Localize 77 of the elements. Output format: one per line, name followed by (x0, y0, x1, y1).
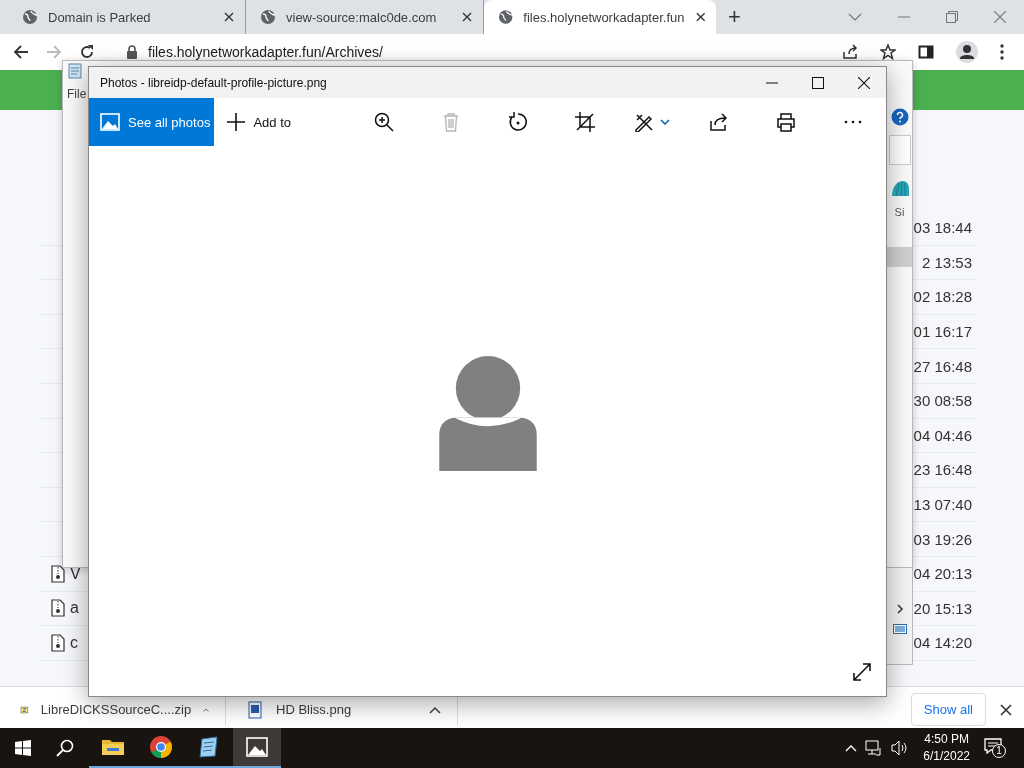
menu-item[interactable]: File (67, 87, 89, 101)
fullscreen-icon[interactable] (852, 662, 872, 682)
file-name[interactable]: c (70, 633, 78, 652)
edit-icon[interactable] (633, 112, 654, 132)
file-name[interactable]: a (70, 599, 79, 618)
print-icon[interactable] (775, 112, 796, 132)
close-icon[interactable] (858, 76, 870, 89)
new-tab-button[interactable]: + (728, 4, 741, 30)
close-icon[interactable] (694, 11, 706, 23)
sidebar-icon[interactable] (918, 44, 934, 60)
window-title: Photos - libreidp-default-profile-picture.png (100, 75, 327, 90)
close-icon[interactable] (461, 11, 473, 23)
file-date: 27 16:48 (913, 357, 973, 375)
help-icon[interactable] (890, 108, 909, 126)
image-icon (892, 624, 907, 634)
notepad-icon (67, 63, 83, 79)
network-icon[interactable] (865, 740, 884, 756)
chevron-right-icon[interactable] (896, 604, 903, 614)
star-icon[interactable] (880, 44, 896, 60)
file-date: 04 04:46 (913, 426, 973, 444)
notification-icon[interactable] (984, 738, 1002, 754)
selected-row (887, 247, 912, 267)
share-icon[interactable] (708, 112, 729, 132)
taskbar-button[interactable] (233, 728, 281, 768)
file-date: 03 18:44 (913, 219, 973, 237)
restore-icon[interactable] (946, 11, 958, 23)
zoom-in-icon[interactable] (373, 112, 394, 132)
close-icon[interactable] (223, 11, 235, 23)
address-bar[interactable]: files.holynetworkadapter.fun/Archives/ (112, 43, 383, 61)
volume-icon[interactable] (891, 740, 910, 756)
file-date: 03 19:26 (913, 530, 973, 548)
zip-file-icon (51, 599, 65, 618)
crop-icon[interactable] (574, 112, 595, 132)
column-header[interactable]: Si (894, 206, 905, 218)
show-all-button[interactable]: Show all (910, 693, 986, 726)
add-to-button[interactable]: Add to (214, 98, 300, 146)
caret-up-icon[interactable] (429, 705, 441, 714)
lock-icon (126, 45, 138, 59)
globe-icon (22, 9, 38, 25)
notification-count: 1 (992, 744, 1006, 758)
zip-file-icon (51, 633, 65, 652)
browser-icon[interactable] (149, 735, 173, 759)
image-file-icon (246, 700, 264, 719)
chevron-down-icon[interactable] (848, 13, 862, 21)
caret-down-icon[interactable] (659, 119, 670, 125)
plus-icon (227, 113, 246, 131)
globe-icon (260, 9, 276, 25)
share-icon[interactable] (842, 44, 858, 60)
search-icon[interactable] (56, 739, 74, 757)
reload-icon[interactable] (79, 44, 95, 60)
file-date: 01 16:17 (913, 323, 973, 341)
see-all-photos-button[interactable]: See all photos (89, 98, 215, 146)
photo-app-icon[interactable] (245, 735, 269, 759)
file-date: 2 13:53 (921, 253, 973, 271)
clock-date[interactable]: 6/1/2022 (923, 748, 970, 765)
notepad-icon[interactable] (197, 735, 221, 759)
file-date: 13 07:40 (913, 496, 973, 514)
shell-icon (890, 179, 909, 197)
rotate-icon[interactable] (507, 112, 528, 132)
clock-time[interactable]: 4:50 PM (924, 731, 969, 748)
file-date: 23 16:48 (913, 461, 973, 479)
back-arrow-icon[interactable] (13, 44, 29, 60)
maximize-icon[interactable] (812, 76, 824, 89)
menu-icon[interactable] (1000, 44, 1004, 60)
windows-start-icon[interactable] (15, 740, 31, 756)
globe-icon (498, 9, 514, 25)
file-date: 04 14:20 (913, 634, 973, 652)
file-date: 02 18:28 (913, 288, 973, 306)
browser-tab[interactable]: files.holynetworkadapter.fun (484, 0, 716, 34)
file-date: 20 15:13 (913, 599, 973, 617)
chevron-up-icon[interactable] (845, 744, 858, 752)
file-date: 04 20:13 (913, 565, 973, 583)
text-field[interactable] (888, 135, 911, 165)
picture-icon (100, 113, 120, 131)
profile-icon[interactable] (956, 41, 978, 63)
close-icon[interactable] (1000, 703, 1012, 716)
file-date: 30 08:58 (913, 392, 973, 410)
